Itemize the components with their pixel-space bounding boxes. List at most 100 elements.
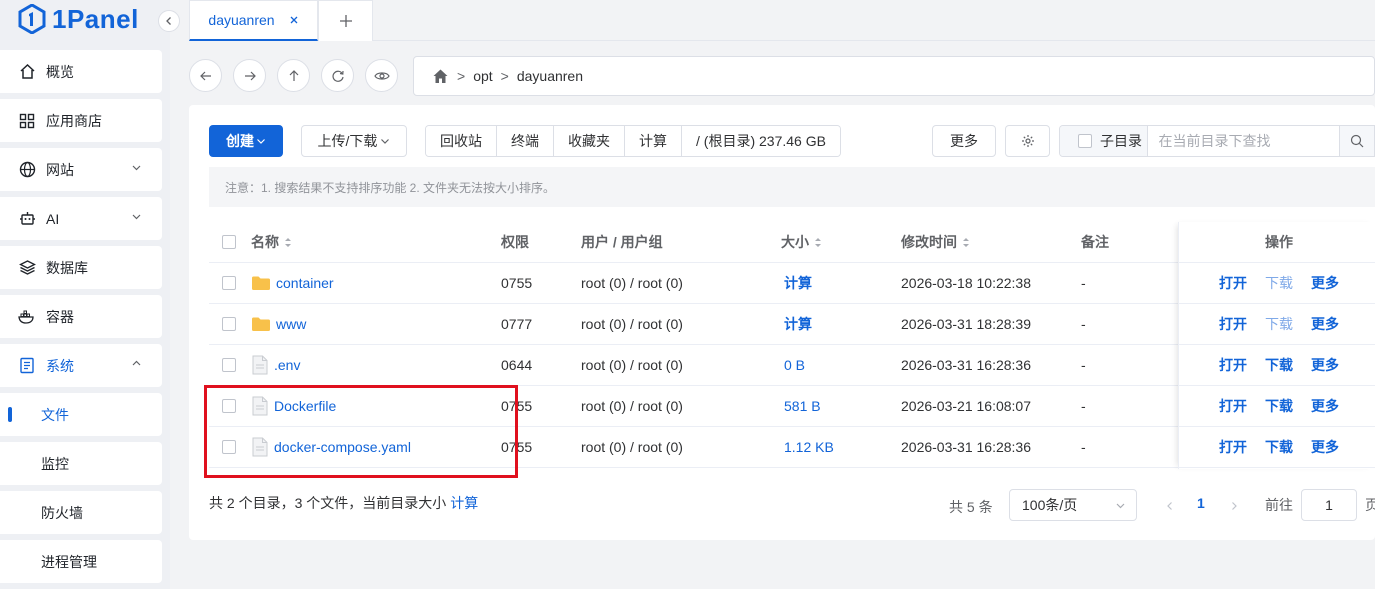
download-button[interactable]: 下载 bbox=[1265, 427, 1293, 467]
active-indicator bbox=[8, 407, 12, 422]
terminal-button[interactable]: 终端 bbox=[497, 126, 554, 156]
favorites-button[interactable]: 收藏夹 bbox=[554, 126, 625, 156]
select-all-checkbox[interactable] bbox=[222, 222, 236, 262]
recycle-bin-button[interactable]: 回收站 bbox=[426, 126, 497, 156]
breadcrumb-item-opt[interactable]: opt bbox=[473, 68, 492, 84]
user-group-cell[interactable]: root (0) / root (0) bbox=[581, 345, 683, 385]
add-tab-button[interactable] bbox=[318, 0, 373, 41]
file-name-link[interactable]: .env bbox=[274, 357, 300, 373]
permission-cell[interactable]: 0644 bbox=[501, 345, 532, 385]
file-name-link[interactable]: www bbox=[276, 316, 306, 332]
eye-icon bbox=[373, 71, 390, 80]
more-actions-button[interactable]: 更多 bbox=[1311, 427, 1339, 467]
file-name-cell[interactable]: .env bbox=[251, 345, 300, 385]
permission-cell[interactable]: 0755 bbox=[501, 263, 532, 303]
note-cell[interactable]: - bbox=[1081, 427, 1086, 467]
page-size-select[interactable]: 100条/页 bbox=[1009, 489, 1137, 521]
table-row[interactable]: .env 0644 root (0) / root (0) 0 B 2026-03-31… bbox=[209, 345, 1375, 386]
download-button[interactable]: 下载 bbox=[1265, 263, 1293, 303]
file-name-link[interactable]: container bbox=[276, 275, 334, 291]
column-header-mtime[interactable]: 修改时间 bbox=[901, 222, 970, 262]
more-actions-button[interactable]: 更多 bbox=[1311, 263, 1339, 303]
forward-button[interactable] bbox=[233, 59, 266, 92]
user-group-cell[interactable]: root (0) / root (0) bbox=[581, 263, 683, 303]
up-button[interactable] bbox=[277, 59, 310, 92]
upload-download-button[interactable]: 上传/下载 bbox=[301, 125, 407, 157]
close-icon[interactable] bbox=[289, 15, 299, 25]
size-cell[interactable]: 计算 bbox=[784, 263, 812, 303]
sidebar-subitem-monitor[interactable]: 监控 bbox=[0, 442, 162, 485]
sidebar-subitem-firewall[interactable]: 防火墙 bbox=[0, 491, 162, 534]
settings-button[interactable] bbox=[1005, 125, 1050, 157]
note-cell[interactable]: - bbox=[1081, 304, 1086, 344]
next-page-button[interactable] bbox=[1229, 498, 1239, 514]
goto-page-input[interactable]: 1 bbox=[1301, 489, 1357, 521]
row-checkbox[interactable] bbox=[222, 345, 236, 385]
sidebar-item-ai[interactable]: AI bbox=[0, 197, 162, 240]
sidebar-item-appstore[interactable]: 应用商店 bbox=[0, 99, 162, 142]
sort-icon[interactable] bbox=[814, 237, 822, 248]
sidebar-item-system[interactable]: 系统 bbox=[0, 344, 162, 387]
user-group-cell[interactable]: root (0) / root (0) bbox=[581, 386, 683, 426]
toggle-hidden-button[interactable] bbox=[365, 59, 398, 92]
disk-usage-button[interactable]: / (根目录) 237.46 GB bbox=[682, 126, 840, 156]
user-group-cell[interactable]: root (0) / root (0) bbox=[581, 304, 683, 344]
checkbox[interactable] bbox=[1078, 134, 1092, 148]
open-button[interactable]: 打开 bbox=[1219, 345, 1247, 385]
sidebar-collapse-button[interactable] bbox=[158, 10, 180, 32]
download-button[interactable]: 下载 bbox=[1265, 345, 1293, 385]
column-header-ops: 操作 bbox=[1265, 234, 1293, 250]
create-button[interactable]: 创建 bbox=[209, 125, 283, 157]
column-header-perm: 权限 bbox=[501, 234, 529, 250]
home-icon[interactable] bbox=[432, 68, 449, 84]
row-checkbox[interactable] bbox=[222, 263, 236, 303]
open-button[interactable]: 打开 bbox=[1219, 304, 1247, 344]
more-actions-button[interactable]: 更多 bbox=[1311, 386, 1339, 426]
note-cell[interactable]: - bbox=[1081, 386, 1086, 426]
subdirectory-checkbox[interactable]: 子目录 bbox=[1060, 126, 1149, 156]
calculate-size-link[interactable]: 计算 bbox=[450, 493, 478, 513]
sidebar-item-overview[interactable]: 概览 bbox=[0, 50, 162, 93]
search-button[interactable] bbox=[1339, 126, 1374, 156]
sort-icon[interactable] bbox=[962, 237, 970, 248]
permission-cell[interactable]: 0777 bbox=[501, 304, 532, 344]
tab-bar: dayuanren bbox=[189, 0, 1375, 41]
chevron-left-icon bbox=[166, 17, 171, 25]
row-checkbox[interactable] bbox=[222, 304, 236, 344]
open-button[interactable]: 打开 bbox=[1219, 427, 1247, 467]
sidebar-subitem-process[interactable]: 进程管理 bbox=[0, 540, 162, 583]
note-cell[interactable]: - bbox=[1081, 263, 1086, 303]
download-button[interactable]: 下载 bbox=[1265, 386, 1293, 426]
column-header-size[interactable]: 大小 bbox=[781, 222, 822, 262]
tab-dayuanren[interactable]: dayuanren bbox=[189, 0, 318, 41]
sidebar-item-container[interactable]: 容器 bbox=[0, 295, 162, 338]
file-name-cell[interactable]: container bbox=[251, 263, 334, 303]
refresh-button[interactable] bbox=[321, 59, 354, 92]
more-actions-button[interactable]: 更多 bbox=[1311, 345, 1339, 385]
download-button[interactable]: 下载 bbox=[1265, 304, 1293, 344]
more-button[interactable]: 更多 bbox=[932, 125, 996, 157]
more-actions-button[interactable]: 更多 bbox=[1311, 304, 1339, 344]
column-header-name[interactable]: 名称 bbox=[251, 222, 292, 262]
back-button[interactable] bbox=[189, 59, 222, 92]
sidebar-item-database[interactable]: 数据库 bbox=[0, 246, 162, 289]
sort-icon[interactable] bbox=[284, 237, 292, 248]
sidebar-subitem-files[interactable]: 文件 bbox=[0, 393, 162, 436]
table-row[interactable]: www 0777 root (0) / root (0) 计算 2026-03-31 1… bbox=[209, 304, 1375, 345]
page-number-current[interactable]: 1 bbox=[1197, 495, 1205, 511]
size-cell[interactable]: 计算 bbox=[784, 304, 812, 344]
open-button[interactable]: 打开 bbox=[1219, 386, 1247, 426]
breadcrumb-item-dayuanren[interactable]: dayuanren bbox=[517, 68, 583, 84]
modified-time-cell: 2026-03-18 10:22:38 bbox=[901, 275, 1031, 291]
open-button[interactable]: 打开 bbox=[1219, 263, 1247, 303]
app-logo[interactable]: 1Panel bbox=[18, 3, 139, 35]
note-cell[interactable]: - bbox=[1081, 345, 1086, 385]
file-name-cell[interactable]: www bbox=[251, 304, 306, 344]
calculate-button[interactable]: 计算 bbox=[625, 126, 682, 156]
search-input[interactable] bbox=[1148, 126, 1340, 156]
table-row[interactable]: container 0755 root (0) / root (0) 计算 2026-0… bbox=[209, 263, 1375, 304]
prev-page-button[interactable] bbox=[1165, 498, 1175, 514]
modified-time-cell: 2026-03-31 16:28:36 bbox=[901, 357, 1031, 373]
user-group-cell[interactable]: root (0) / root (0) bbox=[581, 427, 683, 467]
sidebar-item-website[interactable]: 网站 bbox=[0, 148, 162, 191]
